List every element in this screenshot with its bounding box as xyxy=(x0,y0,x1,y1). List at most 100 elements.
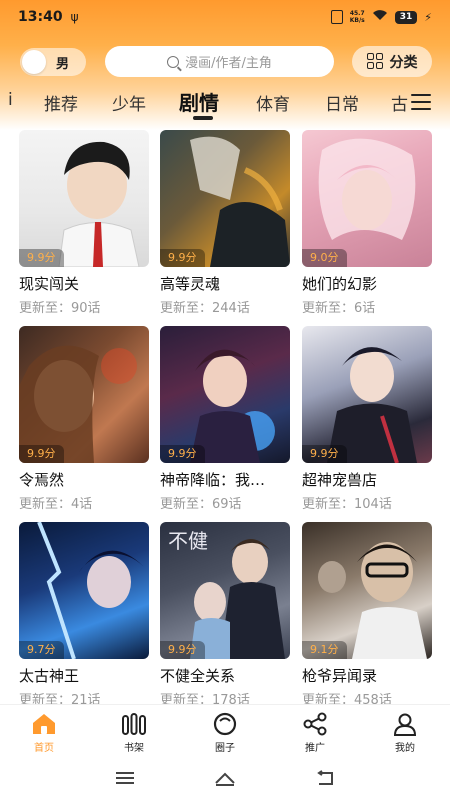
comic-card[interactable]: 9.1分 枪爷异闻录 更新至：458话 xyxy=(302,522,432,704)
usb-icon: ψ xyxy=(70,10,79,24)
comic-title: 超神宠兽店 xyxy=(302,471,378,489)
comic-update: 更新至：178话 xyxy=(160,693,250,704)
comic-title: 现实闯关 xyxy=(19,275,80,293)
nav-promote-label: 推广 xyxy=(305,743,325,754)
comic-title: 令焉然 xyxy=(19,471,65,489)
comic-update: 更新至：458话 xyxy=(302,693,392,704)
home-system-icon[interactable] xyxy=(213,768,237,788)
active-tab-indicator xyxy=(193,116,213,120)
status-icons: 45.7 KB/s 31 ⚡ xyxy=(330,9,432,25)
nav-profile[interactable]: 我的 xyxy=(375,711,435,754)
category-tabs: i 推荐 少年 剧情 体育 日常 古 xyxy=(0,86,450,122)
comic-card[interactable]: 9.9分 超神宠兽店 更新至：104话 xyxy=(302,326,432,512)
nav-home-label: 首页 xyxy=(34,743,54,754)
comic-card[interactable]: 9.0分 她们的幻影 更新至：6话 xyxy=(302,130,432,316)
comic-update: 更新至：21话 xyxy=(19,693,101,704)
nav-home[interactable]: 首页 xyxy=(14,711,74,754)
tab-partial-right[interactable]: 古 xyxy=(391,90,408,115)
back-icon[interactable] xyxy=(313,768,337,788)
category-grid-icon xyxy=(366,53,384,70)
comic-cover: 9.9分 xyxy=(19,326,149,463)
comic-cover: 不健 9.9分 xyxy=(160,522,290,659)
comic-update: 更新至：90话 xyxy=(19,301,101,316)
comic-title: 太古神王 xyxy=(19,667,80,685)
search-placeholder: 漫画/作者/主角 xyxy=(185,56,272,71)
comic-cover: 9.9分 xyxy=(160,326,290,463)
comic-update: 更新至：4话 xyxy=(19,497,93,512)
rating-badge: 9.9分 xyxy=(160,445,205,463)
battery-level: 31 xyxy=(394,10,418,24)
comic-cover: 9.9分 xyxy=(302,326,432,463)
comic-title: 神帝降临：我… xyxy=(160,471,266,489)
rating-badge: 9.9分 xyxy=(160,641,205,659)
svg-text:不健: 不健 xyxy=(168,529,208,553)
comic-update: 更新至：6话 xyxy=(302,301,376,316)
comic-update: 更新至：69话 xyxy=(160,497,242,512)
comic-update: 更新至：244话 xyxy=(160,301,250,316)
share-icon xyxy=(285,711,345,737)
comic-title: 枪爷异闻录 xyxy=(302,667,378,685)
wifi-icon xyxy=(372,9,388,25)
category-button[interactable]: 分类 xyxy=(352,46,432,77)
cover-art: 不健 xyxy=(168,529,285,659)
rating-badge: 9.9分 xyxy=(19,445,64,463)
gender-label: 男 xyxy=(56,56,70,72)
comic-card[interactable]: 9.9分 现实闯关 更新至：90话 xyxy=(19,130,149,316)
rating-badge: 9.9分 xyxy=(302,445,347,463)
comic-title: 不健全关系 xyxy=(160,667,236,685)
circle-icon xyxy=(195,711,255,737)
comic-cover: 9.1分 xyxy=(302,522,432,659)
search-input[interactable]: 漫画/作者/主角 xyxy=(105,46,334,77)
vibrate-icon xyxy=(330,10,343,24)
rating-badge: 9.7分 xyxy=(19,641,64,659)
comic-cover: 9.0分 xyxy=(302,130,432,267)
comic-cover: 9.9分 xyxy=(160,130,290,267)
status-time: 13:40 xyxy=(18,9,63,25)
network-speed-value: 45.7 xyxy=(349,10,365,17)
comic-title: 她们的幻影 xyxy=(302,275,378,293)
tab-drama[interactable]: 剧情 xyxy=(179,87,219,116)
bookshelf-icon xyxy=(104,711,164,737)
rating-badge: 9.9分 xyxy=(160,249,205,267)
comic-card[interactable]: 9.9分 令焉然 更新至：4话 xyxy=(19,326,149,512)
gender-toggle[interactable]: 男 xyxy=(20,48,86,76)
header-row: 男 漫画/作者/主角 分类 xyxy=(0,44,450,78)
nav-circle-label: 圈子 xyxy=(215,743,235,754)
comic-card[interactable]: 不健 9.9分 不健全关系 更新至：178话 xyxy=(160,522,290,704)
status-bar: 13:40 ψ 45.7 KB/s 31 ⚡ xyxy=(0,0,450,34)
nav-promote[interactable]: 推广 xyxy=(285,711,345,754)
system-nav-bar xyxy=(0,756,450,800)
comic-card[interactable]: 9.9分 高等灵魂 更新至：244话 xyxy=(160,130,290,316)
recents-menu-icon[interactable] xyxy=(113,768,137,788)
tab-daily[interactable]: 日常 xyxy=(325,90,359,115)
tab-partial-left[interactable]: i xyxy=(8,90,13,110)
bottom-nav: 首页 书架 圈子 推广 我的 xyxy=(0,704,450,756)
cover-art xyxy=(190,349,275,463)
rating-badge: 9.9分 xyxy=(19,249,64,267)
comic-title: 高等灵魂 xyxy=(160,275,221,293)
rating-badge: 9.1分 xyxy=(302,641,347,659)
rating-badge: 9.0分 xyxy=(302,249,347,267)
charging-icon: ⚡ xyxy=(424,10,432,24)
cover-art xyxy=(19,345,137,463)
comic-cover: 9.7分 xyxy=(19,522,149,659)
comic-card[interactable]: 9.7分 太古神王 更新至：21话 xyxy=(19,522,149,704)
nav-circle[interactable]: 圈子 xyxy=(195,711,255,754)
menu-icon[interactable] xyxy=(411,94,431,110)
cover-art xyxy=(190,136,290,267)
search-icon xyxy=(167,55,180,68)
cover-art xyxy=(318,138,416,240)
toggle-knob xyxy=(22,50,46,74)
cover-art xyxy=(37,522,144,659)
home-icon xyxy=(14,711,74,737)
network-speed: 45.7 KB/s xyxy=(350,10,365,24)
cover-art xyxy=(327,347,417,463)
profile-icon xyxy=(375,711,435,737)
cover-art xyxy=(318,542,427,659)
tab-recommend[interactable]: 推荐 xyxy=(44,90,78,115)
tab-youth[interactable]: 少年 xyxy=(112,90,146,115)
nav-bookshelf[interactable]: 书架 xyxy=(104,711,164,754)
comic-grid: 9.9分 现实闯关 更新至：90话 9.9分 高等灵魂 更新至：244话 9.0… xyxy=(0,130,450,704)
tab-sports[interactable]: 体育 xyxy=(256,90,290,115)
comic-card[interactable]: 9.9分 神帝降临：我… 更新至：69话 xyxy=(160,326,290,512)
